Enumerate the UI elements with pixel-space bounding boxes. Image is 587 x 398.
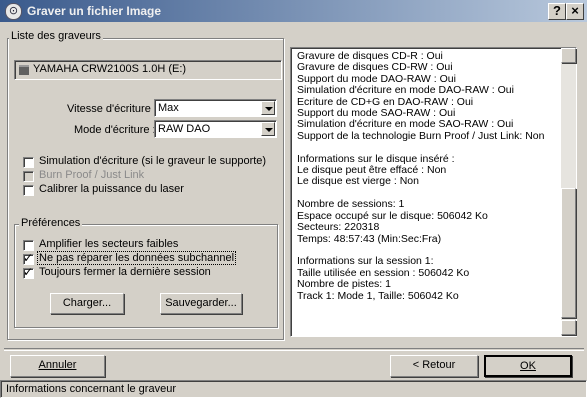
mode-value: RAW DAO — [158, 123, 211, 135]
ok-button-label: OK — [520, 360, 536, 372]
simulation-checkbox[interactable] — [23, 157, 34, 168]
cancel-button-label: Annuler — [38, 359, 77, 371]
info-line: Track 1: Mode 1, Taille: 506042 Ko — [297, 289, 459, 302]
status-bar: Informations concernant le graveur — [0, 380, 587, 398]
simulation-label: Simulation d'écriture (si le graveur le … — [39, 155, 267, 167]
writer-info-panel[interactable]: Gravure de disques CD-R : Oui Gravure de … — [290, 47, 577, 337]
info-line — [297, 142, 555, 153]
close-last-session-checkbox[interactable]: ✓ — [23, 265, 34, 279]
info-line: Informations sur la session 1: — [297, 255, 434, 268]
load-button[interactable]: Charger... — [50, 293, 124, 314]
scrollbar-thumb[interactable] — [561, 188, 576, 318]
no-repair-subchannel-checkbox[interactable]: ✓ — [23, 251, 34, 265]
check-icon: ✓ — [23, 265, 34, 279]
info-line: Support de la technologie Burn Proof / J… — [297, 129, 545, 142]
burn-proof-label: Burn Proof / Just Link — [39, 169, 145, 181]
info-line: Nombre de pistes: 1 — [297, 278, 391, 291]
amplify-sectors-label: Amplifier les secteurs faibles — [39, 238, 179, 250]
drive-icon — [19, 65, 29, 75]
calibrate-laser-checkbox[interactable] — [23, 185, 34, 196]
chevron-down-icon[interactable] — [261, 122, 275, 136]
info-line: Nombre de sessions: 1 — [297, 198, 405, 211]
footer-divider — [4, 348, 584, 351]
help-button[interactable]: ? — [548, 3, 566, 20]
speed-label: Vitesse d'écriture : — [67, 103, 157, 115]
window-title: Graver un fichier Image — [27, 4, 162, 18]
ok-button[interactable]: OK — [484, 355, 572, 377]
speed-dropdown[interactable]: Max — [154, 99, 277, 117]
calibrate-laser-label: Calibrer la puissance du laser — [39, 183, 184, 195]
writer-name: YAMAHA CRW2100S 1.0H (E:) — [33, 63, 187, 75]
cancel-button[interactable]: Annuler — [10, 355, 105, 377]
vertical-scrollbar[interactable] — [561, 48, 576, 336]
status-text: Informations concernant le graveur — [6, 383, 176, 395]
title-bar: ⊙ Graver un fichier Image ? × — [0, 0, 587, 22]
info-line: Temps: 48:57:43 (Min:Sec:Fra) — [297, 232, 442, 245]
info-line: Secteurs: 220318 — [297, 221, 380, 234]
preferences-group-label: Préférences — [19, 217, 83, 229]
writer-info-text: Gravure de disques CD-R : Oui Gravure de … — [297, 50, 555, 302]
info-line: Simulation d'écriture en mode DAO-RAW : … — [297, 84, 514, 97]
burn-proof-checkbox[interactable] — [23, 171, 34, 182]
no-repair-subchannel-label: Ne pas réparer les données subchannel — [37, 251, 237, 265]
disc-icon: ⊙ — [5, 3, 22, 20]
check-icon: ✓ — [23, 251, 34, 265]
scroll-up-button[interactable] — [561, 48, 576, 63]
back-button[interactable]: < Retour — [390, 355, 478, 377]
mode-dropdown[interactable]: RAW DAO — [154, 120, 277, 138]
chevron-down-icon[interactable] — [261, 101, 275, 115]
back-button-label: < Retour — [412, 359, 456, 371]
info-line: Le disque est vierge : Non — [297, 175, 419, 188]
close-button[interactable]: × — [566, 3, 584, 20]
mode-label: Mode d'écriture : — [74, 124, 156, 136]
writers-group-label: Liste des graveurs — [9, 30, 103, 42]
amplify-sectors-checkbox[interactable] — [23, 240, 34, 251]
writer-select[interactable]: YAMAHA CRW2100S 1.0H (E:) — [14, 60, 282, 80]
scroll-down-button[interactable] — [561, 320, 576, 335]
close-last-session-label: Toujours fermer la dernière session — [39, 266, 211, 278]
speed-value: Max — [158, 102, 179, 114]
save-button[interactable]: Sauvegarder... — [160, 293, 242, 314]
